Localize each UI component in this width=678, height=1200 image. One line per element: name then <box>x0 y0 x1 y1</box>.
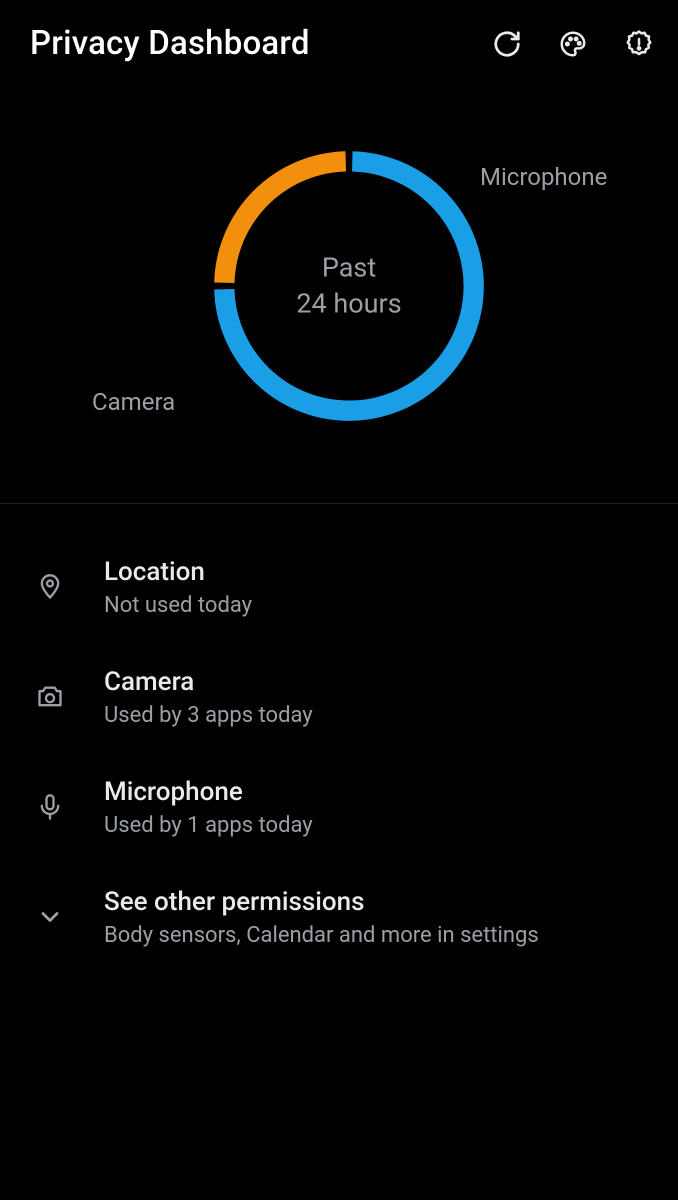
donut-center-line2: 24 hours <box>296 286 401 322</box>
row-camera-texts: Camera Used by 3 apps today <box>104 667 313 728</box>
location-icon <box>30 573 70 601</box>
row-see-other[interactable]: See other permissions Body sensors, Cale… <box>0 862 678 972</box>
permissions-list: Location Not used today Camera Used by 3… <box>0 504 678 972</box>
row-see-other-texts: See other permissions Body sensors, Cale… <box>104 887 539 948</box>
donut-label-camera: Camera <box>92 388 175 416</box>
chevron-down-icon <box>30 903 70 931</box>
row-camera[interactable]: Camera Used by 3 apps today <box>0 642 678 752</box>
microphone-icon <box>30 793 70 821</box>
donut-ring: Past 24 hours <box>204 141 494 431</box>
alert-badge-icon[interactable] <box>624 29 654 59</box>
palette-icon[interactable] <box>558 29 588 59</box>
refresh-icon[interactable] <box>492 29 522 59</box>
row-see-other-title: See other permissions <box>104 887 539 917</box>
row-microphone[interactable]: Microphone Used by 1 apps today <box>0 752 678 862</box>
usage-donut-chart: Past 24 hours Microphone Camera <box>0 83 678 503</box>
header: Privacy Dashboard <box>0 0 678 83</box>
row-microphone-texts: Microphone Used by 1 apps today <box>104 777 313 838</box>
row-see-other-subtitle: Body sensors, Calendar and more in setti… <box>104 923 539 948</box>
row-camera-subtitle: Used by 3 apps today <box>104 703 313 728</box>
row-location-subtitle: Not used today <box>104 593 252 618</box>
row-location[interactable]: Location Not used today <box>0 532 678 642</box>
donut-label-microphone: Microphone <box>480 163 607 191</box>
row-microphone-title: Microphone <box>104 777 313 807</box>
donut-center-line1: Past <box>296 250 401 286</box>
header-actions <box>492 29 654 59</box>
camera-icon <box>30 683 70 711</box>
row-microphone-subtitle: Used by 1 apps today <box>104 813 313 838</box>
donut-center-label: Past 24 hours <box>296 250 401 323</box>
row-location-title: Location <box>104 557 252 587</box>
row-camera-title: Camera <box>104 667 313 697</box>
row-location-texts: Location Not used today <box>104 557 252 618</box>
page-title: Privacy Dashboard <box>30 24 482 63</box>
